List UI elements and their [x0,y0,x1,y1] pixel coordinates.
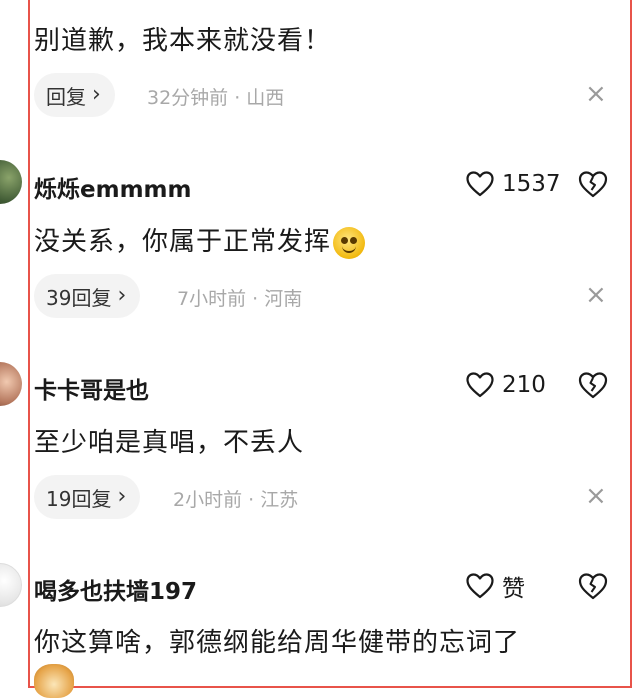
like-label: 赞 [502,576,525,602]
comment-text: 你这算啥，郭德纲能给周华健带的忘词了 [34,628,521,658]
broken-heart-icon[interactable] [578,169,608,199]
close-icon[interactable]: × [585,282,607,308]
comment-text: 至少咱是真唱，不丢人 [34,428,305,458]
username[interactable]: 卡卡哥是也 [34,371,149,405]
like-count: 210 [502,372,546,398]
like-button[interactable]: 赞 [466,569,525,603]
comment-meta: 32分钟前 · 山西 [147,87,285,109]
heart-icon [466,573,494,599]
chevron-right-icon: › [92,82,101,107]
dog-emoji-icon [34,664,74,698]
avatar[interactable] [0,362,22,406]
reply-label: 19回复 [46,486,112,511]
chevron-right-icon: › [117,283,127,308]
reply-button[interactable]: 19回复 › [34,475,141,519]
smile-emoji-icon [333,226,366,259]
reply-button[interactable]: 39回复 › [34,274,141,318]
like-count: 1537 [502,171,561,197]
like-button[interactable]: 1537 [466,167,561,201]
username[interactable]: 喝多也扶墙197 [34,572,197,606]
close-icon[interactable]: × [585,81,607,107]
comment-meta: 7小时前 · 河南 [177,288,303,310]
comment-meta: 2小时前 · 江苏 [173,489,299,511]
reply-label: 回复 [46,84,86,109]
heart-icon [466,372,494,398]
avatar[interactable] [0,160,22,204]
reply-label: 39回复 [46,285,112,310]
username[interactable]: 烁烁emmmm [34,170,191,204]
like-button[interactable]: 210 [466,368,546,402]
avatar[interactable] [0,563,22,607]
comment-text: 别道歉，我本来就没看！ [34,26,332,56]
comment-text: 没关系，你属于正常发挥 [34,221,366,259]
chevron-right-icon: › [117,484,127,509]
broken-heart-icon[interactable] [578,571,608,601]
reply-button[interactable]: 回复 › [34,73,115,117]
close-icon[interactable]: × [585,483,607,509]
heart-icon [466,171,494,197]
broken-heart-icon[interactable] [578,370,608,400]
